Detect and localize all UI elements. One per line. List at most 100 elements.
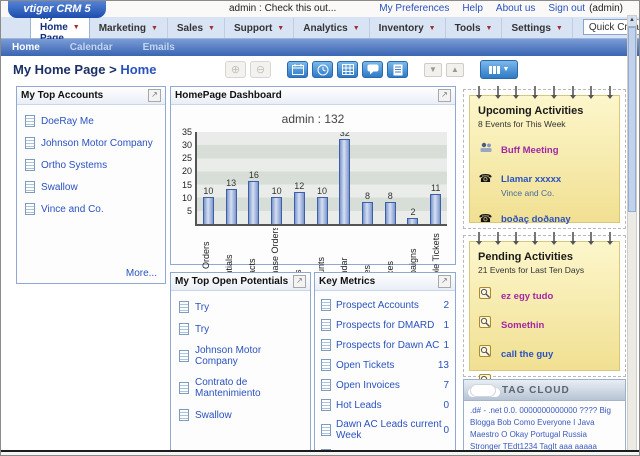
chat-icon[interactable] bbox=[362, 61, 383, 78]
bar[interactable] bbox=[407, 218, 418, 224]
account-link[interactable]: Ortho Systems bbox=[41, 160, 107, 171]
chevron-down-icon: ▼ bbox=[73, 24, 80, 31]
nav-tab-sales[interactable]: Sales ▼ bbox=[168, 18, 225, 38]
activity-item[interactable]: call the guy bbox=[478, 344, 611, 362]
nav-tab-tools[interactable]: Tools▼ bbox=[446, 18, 503, 38]
account-link[interactable]: Vince and Co. bbox=[41, 204, 104, 215]
list-item[interactable]: Try bbox=[179, 301, 302, 313]
list-item[interactable]: Try bbox=[179, 323, 302, 335]
nav-tab-my-home-page[interactable]: My Home Page▼ bbox=[30, 15, 90, 38]
list-item[interactable]: Swallow bbox=[179, 409, 302, 421]
potential-link[interactable]: Try bbox=[195, 324, 209, 335]
about-us-link[interactable]: About us bbox=[496, 3, 535, 14]
y-tick-label: 35 bbox=[182, 127, 192, 137]
grid-icon[interactable] bbox=[337, 61, 358, 78]
potential-link[interactable]: Swallow bbox=[195, 410, 232, 421]
list-item[interactable]: Johnson Motor Company bbox=[179, 345, 302, 367]
zoom-in-icon: ⊕ bbox=[225, 61, 246, 78]
vtiger-logo[interactable]: vtiger CRM 5 bbox=[8, 1, 106, 18]
panel-expand-icon[interactable]: ↗ bbox=[148, 89, 161, 102]
chevron-down-icon: ▼ bbox=[208, 25, 215, 32]
bar[interactable] bbox=[317, 197, 328, 224]
tag-cloud-tags[interactable]: .d# - .net 0.0. 0000000000000 ???? Big B… bbox=[464, 401, 625, 456]
subnav-item-emails[interactable]: Emails bbox=[143, 42, 175, 53]
nav-tab-marketing[interactable]: Marketing▼ bbox=[90, 18, 168, 38]
list-item[interactable]: Contrato de Mantenimiento bbox=[179, 377, 302, 399]
potential-link[interactable]: Johnson Motor Company bbox=[195, 345, 302, 367]
layout-selector-button[interactable]: ▼ bbox=[480, 60, 518, 79]
activity-link[interactable]: Buff Meeting bbox=[501, 145, 559, 156]
spiral-pins bbox=[478, 86, 611, 95]
activity-link[interactable]: Llamar xxxxx bbox=[501, 174, 561, 185]
activity-link[interactable]: call the guy bbox=[501, 349, 553, 360]
activity-item[interactable]: ez egy tudo bbox=[478, 286, 611, 304]
list-item[interactable]: Ortho Systems bbox=[25, 159, 157, 171]
cloud-icon bbox=[470, 384, 496, 397]
list-item[interactable]: Swallow bbox=[25, 181, 157, 193]
document-icon bbox=[179, 382, 189, 394]
activity-related-to: Vince and Co. bbox=[501, 188, 561, 198]
metric-link[interactable]: Dawn AC Leads current Week bbox=[336, 419, 443, 441]
note-title: Upcoming Activities bbox=[478, 105, 611, 117]
activity-item[interactable]: Somethin bbox=[478, 315, 611, 333]
activity-link[interactable]: ez egy tudo bbox=[501, 291, 553, 302]
bar-slot: 16 bbox=[242, 170, 265, 224]
metric-link[interactable]: Hot Leads bbox=[336, 400, 382, 411]
list-item[interactable]: Vince and Co. bbox=[25, 203, 157, 215]
panel-expand-icon[interactable]: ↗ bbox=[438, 275, 451, 288]
notes-icon[interactable] bbox=[387, 61, 408, 78]
metric-link[interactable]: Prospects for Dawn AC bbox=[336, 340, 439, 351]
bar[interactable] bbox=[248, 181, 259, 224]
activity-link[interactable]: Somethin bbox=[501, 320, 544, 331]
activity-item[interactable]: Buff Meeting bbox=[478, 140, 611, 158]
bar-value-label: 11 bbox=[431, 183, 440, 194]
list-item[interactable]: Johnson Motor Company bbox=[25, 137, 157, 149]
metric-link[interactable]: Open Tickets bbox=[336, 360, 394, 371]
activity-link[interactable]: boðaç doðanay bbox=[501, 214, 571, 225]
panel-expand-icon[interactable]: ↗ bbox=[438, 89, 451, 102]
calendar-icon[interactable] bbox=[287, 61, 308, 78]
clock-icon[interactable] bbox=[312, 61, 333, 78]
activity-item[interactable]: ☎Llamar xxxxxVince and Co. bbox=[478, 169, 611, 198]
subnav-item-home[interactable]: Home bbox=[12, 42, 40, 53]
document-icon bbox=[179, 350, 189, 362]
vertical-scrollbar[interactable]: ▲ bbox=[627, 15, 637, 451]
bar[interactable] bbox=[226, 189, 237, 224]
potential-link[interactable]: Try bbox=[195, 302, 209, 313]
nav-tab-inventory[interactable]: Inventory▼ bbox=[370, 18, 446, 38]
bar[interactable] bbox=[339, 139, 350, 224]
account-link[interactable]: DoeRay Me bbox=[41, 116, 94, 127]
nav-tab-analytics[interactable]: Analytics▼ bbox=[294, 18, 369, 38]
zoom-out-icon: ⊖ bbox=[250, 61, 271, 78]
bar-slot: 8 bbox=[379, 191, 402, 224]
help-link[interactable]: Help bbox=[462, 3, 483, 14]
bar[interactable] bbox=[430, 194, 441, 224]
sign-out-link[interactable]: Sign out bbox=[548, 3, 585, 14]
metric-link[interactable]: Open Invoices bbox=[336, 380, 400, 391]
account-link[interactable]: Swallow bbox=[41, 182, 78, 193]
scroll-up-icon[interactable]: ▲ bbox=[628, 16, 636, 27]
arrow-down-icon[interactable]: ▼ bbox=[424, 63, 442, 77]
bar[interactable] bbox=[294, 192, 305, 225]
nav-tab-support[interactable]: Support▼ bbox=[225, 18, 294, 38]
tab-label: Sales bbox=[177, 23, 203, 34]
bar[interactable] bbox=[271, 197, 282, 224]
subnav-item-calendar[interactable]: Calendar bbox=[70, 42, 113, 53]
my-preferences-link[interactable]: My Preferences bbox=[379, 3, 449, 14]
nav-tab-settings[interactable]: Settings▼ bbox=[502, 18, 572, 38]
potential-link[interactable]: Contrato de Mantenimiento bbox=[195, 377, 302, 399]
arrow-up-icon[interactable]: ▲ bbox=[446, 63, 464, 77]
breadcrumb-root[interactable]: My Home Page bbox=[13, 62, 105, 77]
account-link[interactable]: Johnson Motor Company bbox=[41, 138, 153, 149]
more-link[interactable]: More... bbox=[126, 268, 157, 279]
bar[interactable] bbox=[203, 197, 214, 224]
breadcrumb-current[interactable]: Home bbox=[120, 62, 156, 77]
panel-expand-icon[interactable]: ↗ bbox=[293, 275, 306, 288]
metric-link[interactable]: Prospect Accounts bbox=[336, 300, 419, 311]
bar[interactable] bbox=[362, 202, 373, 224]
activity-item[interactable]: ☎boðaç doðanay bbox=[478, 209, 611, 227]
metric-link[interactable]: Prospects for DMARD bbox=[336, 320, 434, 331]
list-item[interactable]: DoeRay Me bbox=[25, 115, 157, 127]
bar[interactable] bbox=[385, 202, 396, 224]
scrollbar-thumb[interactable] bbox=[628, 27, 636, 212]
